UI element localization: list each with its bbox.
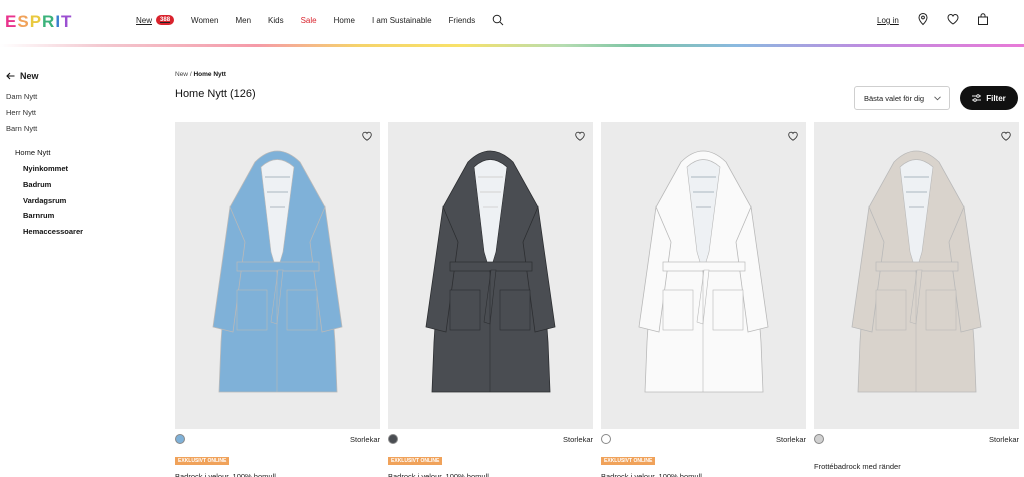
product-card[interactable]: Storlekar EXKLUSIVT ONLINE Badrock i vel…	[388, 122, 593, 477]
sort-select[interactable]: Bästa valet för dig	[854, 86, 950, 110]
sidebar-item-herr-nytt[interactable]: Herr Nytt	[6, 108, 36, 117]
nav-new[interactable]: New 388	[136, 15, 175, 25]
nav-new-label: New	[136, 15, 153, 25]
color-swatch[interactable]	[388, 434, 398, 444]
back-label: New	[20, 71, 39, 81]
sort-label: Bästa valet för dig	[864, 94, 925, 103]
rainbow-divider	[0, 44, 1024, 47]
wishlist-heart-icon[interactable]	[361, 130, 373, 142]
product-name[interactable]: Badrock i velour, 100% bomull	[388, 472, 593, 477]
wishlist-heart-icon[interactable]	[787, 130, 799, 142]
nav-home[interactable]: Home	[334, 16, 355, 25]
arrow-left-icon	[6, 72, 15, 80]
sidebar-subitem-badrum[interactable]: Badrum	[23, 180, 51, 189]
logo-letter: E	[5, 12, 18, 31]
product-card[interactable]: Storlekar Frottébadrock med ränder	[814, 122, 1019, 471]
product-name[interactable]: Badrock i velour, 100% bomull	[601, 472, 806, 477]
shopping-bag-icon[interactable]	[976, 12, 990, 26]
color-swatch[interactable]	[601, 434, 611, 444]
chevron-down-icon	[934, 96, 941, 101]
esprit-logo[interactable]: ESPRIT	[5, 12, 72, 32]
sizes-link[interactable]: Storlekar	[563, 435, 593, 444]
bathrobe-image	[851, 150, 982, 393]
breadcrumb-current: Home Nytt	[193, 71, 226, 78]
breadcrumb-separator: /	[189, 71, 192, 78]
main-nav: New 388 Women Men Kids Sale Home I am Su…	[136, 15, 492, 25]
filter-sliders-icon	[972, 94, 982, 102]
exclusive-online-badge: EXKLUSIVT ONLINE	[388, 457, 443, 465]
logo-letter: S	[17, 12, 30, 31]
product-options-row: Storlekar	[388, 431, 593, 449]
product-image[interactable]	[175, 122, 380, 429]
filter-button[interactable]: Filter	[960, 86, 1018, 110]
nav-friends[interactable]: Friends	[449, 16, 476, 25]
product-name[interactable]: Frottébadrock med ränder	[814, 462, 1019, 471]
product-options-row: Storlekar	[814, 431, 1019, 449]
heart-icon[interactable]	[946, 12, 960, 26]
sidebar-subitem-hemaccessoarer[interactable]: Hemaccessoarer	[23, 227, 83, 236]
sidebar-subitem-barnrum[interactable]: Barnrum	[23, 211, 54, 220]
product-image[interactable]	[814, 122, 1019, 429]
nav-kids[interactable]: Kids	[268, 16, 284, 25]
nav-sale[interactable]: Sale	[301, 16, 317, 25]
sidebar-item-barn-nytt[interactable]: Barn Nytt	[6, 124, 37, 133]
logo-letter: R	[42, 12, 56, 31]
color-swatch[interactable]	[814, 434, 824, 444]
product-card[interactable]: Storlekar EXKLUSIVT ONLINE Badrock i vel…	[175, 122, 380, 477]
nav-sustainable[interactable]: I am Sustainable	[372, 16, 432, 25]
search-icon[interactable]	[492, 14, 504, 26]
product-options-row: Storlekar	[601, 431, 806, 449]
exclusive-online-badge: EXKLUSIVT ONLINE	[601, 457, 656, 465]
nav-men[interactable]: Men	[235, 16, 251, 25]
location-pin-icon[interactable]	[916, 12, 930, 26]
bathrobe-image	[425, 150, 556, 393]
product-name[interactable]: Badrock i velour, 100% bomull	[175, 472, 380, 477]
wishlist-heart-icon[interactable]	[1000, 130, 1012, 142]
product-options-row: Storlekar	[175, 431, 380, 449]
bathrobe-image	[638, 150, 769, 393]
product-image[interactable]	[388, 122, 593, 429]
site-header: ESPRIT New 388 Women Men Kids Sale Home …	[0, 0, 1024, 44]
sizes-link[interactable]: Storlekar	[776, 435, 806, 444]
sidebar-item-home-nytt[interactable]: Home Nytt	[15, 148, 50, 157]
sizes-link[interactable]: Storlekar	[350, 435, 380, 444]
product-card[interactable]: Storlekar EXKLUSIVT ONLINE Badrock i vel…	[601, 122, 806, 477]
exclusive-online-badge: EXKLUSIVT ONLINE	[175, 457, 230, 465]
back-to-new-link[interactable]: New	[6, 71, 39, 81]
breadcrumb-parent[interactable]: New	[175, 71, 188, 78]
product-image[interactable]	[601, 122, 806, 429]
logo-letter: T	[61, 12, 73, 31]
sizes-link[interactable]: Storlekar	[989, 435, 1019, 444]
color-swatch[interactable]	[175, 434, 185, 444]
login-link[interactable]: Log in	[877, 16, 899, 25]
logo-letter: P	[29, 12, 43, 31]
breadcrumb: New / Home Nytt	[175, 71, 226, 78]
sidebar-subitem-nyinkommet[interactable]: Nyinkommet	[23, 164, 68, 173]
filter-label: Filter	[986, 93, 1006, 103]
sidebar-item-dam-nytt[interactable]: Dam Nytt	[6, 92, 37, 101]
page-title: Home Nytt (126)	[175, 88, 256, 100]
new-count-badge: 388	[156, 15, 175, 25]
nav-women[interactable]: Women	[191, 16, 218, 25]
sidebar-subitem-vardagsrum[interactable]: Vardagsrum	[23, 196, 66, 205]
bathrobe-image	[212, 150, 343, 393]
wishlist-heart-icon[interactable]	[574, 130, 586, 142]
